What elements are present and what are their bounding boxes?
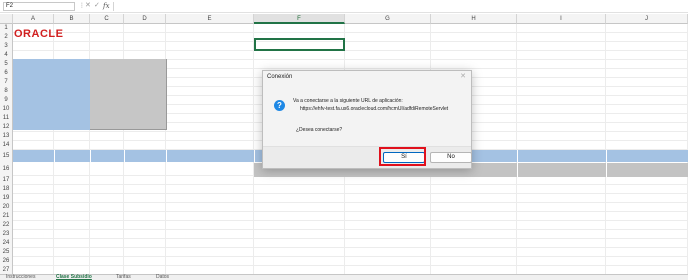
sheet-tab-bar <box>0 274 688 280</box>
row-header-6[interactable]: 6 <box>0 69 13 78</box>
column-header-i[interactable]: I <box>517 14 606 24</box>
band-divider <box>254 150 255 162</box>
dialog-question: ¿Desea conectarse? <box>296 127 343 133</box>
row-header-8[interactable]: 8 <box>0 87 13 96</box>
column-header-h[interactable]: H <box>431 14 517 24</box>
row-header-22[interactable]: 22 <box>0 221 13 230</box>
row-header-20[interactable]: 20 <box>0 203 13 212</box>
gridline-horizontal <box>13 41 688 42</box>
column-header-g[interactable]: G <box>345 14 431 24</box>
row-header-9[interactable]: 9 <box>0 96 13 105</box>
row-header-4[interactable]: 4 <box>0 51 13 60</box>
sheet-tab-active[interactable]: Clase Subsidio <box>56 274 92 280</box>
row-header-23[interactable]: 23 <box>0 230 13 239</box>
sheet-tab[interactable]: Instrucciones <box>6 274 35 280</box>
dialog-url: https://ehfv-test.fa.us6.oraclecloud.com… <box>300 106 449 112</box>
row-header-3[interactable]: 3 <box>0 42 13 51</box>
row-header-11[interactable]: 11 <box>0 114 13 123</box>
dialog-title: Conexión <box>267 74 293 80</box>
gridline-horizontal <box>13 32 688 33</box>
gray-cell-block <box>90 59 167 130</box>
row-header-1[interactable]: 1 <box>0 24 13 33</box>
row-header-5[interactable]: 5 <box>0 60 13 69</box>
insert-function-icon[interactable]: fx <box>103 2 110 10</box>
row-header-25[interactable]: 25 <box>0 248 13 257</box>
column-header-d[interactable]: D <box>124 14 166 24</box>
formula-input[interactable] <box>113 2 686 11</box>
band-divider <box>517 150 518 162</box>
band-divider <box>606 150 607 162</box>
band-divider <box>90 150 91 162</box>
row-header-16[interactable]: 16 <box>0 162 13 176</box>
active-cell-f2[interactable] <box>254 38 345 51</box>
column-header-f[interactable]: F <box>254 14 345 24</box>
band-divider <box>166 150 167 162</box>
row-header-24[interactable]: 24 <box>0 239 13 248</box>
gridline-horizontal <box>13 247 688 248</box>
column-header-a[interactable]: A <box>13 14 54 24</box>
gridline-horizontal <box>13 265 688 266</box>
yes-button-highlight <box>379 147 426 166</box>
row-header-12[interactable]: 12 <box>0 123 13 132</box>
sheet-tab[interactable]: Datos <box>156 274 169 280</box>
select-all-corner[interactable] <box>0 14 13 24</box>
enter-icon[interactable]: ✓ <box>94 2 100 10</box>
question-icon: ? <box>274 100 285 111</box>
row-header-17[interactable]: 17 <box>0 176 13 185</box>
gridline-horizontal <box>13 220 688 221</box>
formula-bar: F2 ⋮ ✕ ✓ fx <box>0 0 688 13</box>
cancel-entry-icon[interactable]: ✕ <box>85 2 91 10</box>
row-header-15[interactable]: 15 <box>0 150 13 162</box>
gridline-horizontal <box>13 256 688 257</box>
connection-dialog: Conexión ✕ ? Va a conectarse a la siguie… <box>262 70 472 169</box>
gridline-horizontal <box>13 238 688 239</box>
column-header-e[interactable]: E <box>166 14 254 24</box>
gridline-horizontal <box>13 193 688 194</box>
gridline-horizontal <box>13 211 688 212</box>
row-header-13[interactable]: 13 <box>0 132 13 141</box>
band-divider <box>124 150 125 162</box>
row-header-14[interactable]: 14 <box>0 141 13 150</box>
band-divider <box>54 150 55 162</box>
column-header-j[interactable]: J <box>606 14 688 24</box>
column-header-c[interactable]: C <box>90 14 124 24</box>
gridline-horizontal <box>13 202 688 203</box>
close-icon[interactable]: ✕ <box>460 73 466 81</box>
row-header-2[interactable]: 2 <box>0 33 13 42</box>
row-header-19[interactable]: 19 <box>0 194 13 203</box>
row-header-18[interactable]: 18 <box>0 185 13 194</box>
no-button[interactable]: No <box>430 152 472 163</box>
more-options-icon[interactable]: ⋮ <box>79 3 85 10</box>
band-divider <box>517 163 518 177</box>
gridline-horizontal <box>13 184 688 185</box>
gridline-horizontal <box>13 50 688 51</box>
row-header-10[interactable]: 10 <box>0 105 13 114</box>
gridline-horizontal <box>13 229 688 230</box>
column-header-b[interactable]: B <box>54 14 90 24</box>
row-header-21[interactable]: 21 <box>0 212 13 221</box>
dialog-message: Va a conectarse a la siguiente URL de ap… <box>293 98 403 104</box>
name-box[interactable]: F2 <box>3 2 75 11</box>
blue-cell-block <box>13 59 90 130</box>
band-divider <box>606 163 607 177</box>
sheet-tab[interactable]: Tarifas <box>116 274 131 280</box>
row-header-26[interactable]: 26 <box>0 257 13 266</box>
row-header-7[interactable]: 7 <box>0 78 13 87</box>
oracle-logo: ORACLE <box>14 28 64 40</box>
